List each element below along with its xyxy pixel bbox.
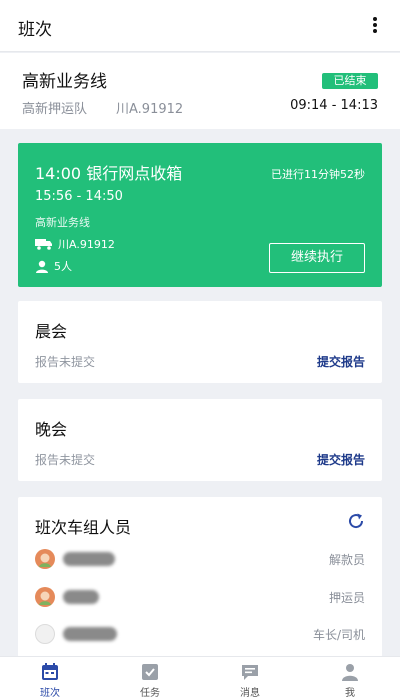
tab-shift[interactable]: 班次 — [0, 657, 100, 700]
continue-button[interactable]: 继续执行 — [269, 243, 365, 273]
top-bar: 班次 — [0, 0, 400, 52]
morning-report-status: 报告未提交 — [35, 355, 96, 369]
person-icon — [36, 260, 48, 273]
bottom-tab-bar: 班次 任务 消息 我 — [0, 656, 400, 700]
task-elapsed: 已进行11分钟52秒 — [271, 168, 365, 181]
tab-messages[interactable]: 消息 — [200, 657, 300, 700]
shift-team: 高新押运队 — [22, 102, 88, 117]
member-name-redacted — [63, 552, 115, 566]
task-line-name: 高新业务线 — [35, 216, 90, 229]
tab-me[interactable]: 我 — [300, 657, 400, 700]
avatar — [35, 624, 55, 644]
morning-meeting-card: 晨会 报告未提交 提交报告 — [18, 301, 382, 383]
page-title: 班次 — [18, 20, 52, 40]
chat-icon — [242, 665, 258, 680]
evening-meeting-card: 晚会 报告未提交 提交报告 — [18, 399, 382, 481]
evening-meeting-title: 晚会 — [35, 420, 68, 439]
list-item[interactable]: 车长/司机 — [35, 621, 365, 647]
tab-task[interactable]: 任务 — [100, 657, 200, 700]
task-plate: 川A.91912 — [58, 238, 115, 251]
shift-time-range: 09:14 - 14:13 — [290, 98, 378, 113]
member-role: 车长/司机 — [312, 628, 365, 642]
refresh-icon[interactable] — [346, 511, 366, 531]
tab-label: 消息 — [240, 688, 260, 699]
list-item[interactable]: 押运员 — [35, 584, 365, 610]
avatar — [35, 587, 55, 607]
calendar-icon — [42, 663, 58, 680]
task-people-row: 5人 — [35, 258, 72, 274]
shift-plate: 川A.91912 — [116, 102, 184, 117]
task-plate-row: 川A.91912 — [35, 236, 115, 252]
user-icon — [342, 664, 358, 681]
task-time-range: 15:56 - 14:50 — [35, 189, 123, 204]
active-task-card[interactable]: 14:00 银行网点收箱 已进行11分钟52秒 15:56 - 14:50 高新… — [18, 143, 382, 287]
evening-submit-report-link[interactable]: 提交报告 — [317, 451, 365, 468]
more-menu-icon[interactable] — [368, 14, 382, 36]
status-badge: 已结束 — [322, 73, 378, 89]
evening-report-status: 报告未提交 — [35, 453, 96, 467]
tab-label: 班次 — [40, 688, 60, 699]
member-role: 押运员 — [328, 591, 365, 605]
morning-meeting-title: 晨会 — [35, 322, 68, 341]
shift-line-name: 高新业务线 — [22, 72, 107, 92]
task-people-count: 5人 — [54, 260, 72, 273]
crew-title: 班次车组人员 — [35, 518, 132, 537]
morning-submit-report-link[interactable]: 提交报告 — [317, 353, 365, 370]
crew-card: 班次车组人员 解款员 押运员 车长/司机 — [18, 497, 382, 657]
task-title: 14:00 银行网点收箱 — [35, 164, 183, 183]
member-role: 解款员 — [328, 553, 365, 567]
tab-label: 我 — [345, 688, 355, 699]
tab-label: 任务 — [140, 688, 160, 699]
avatar — [35, 549, 55, 569]
truck-icon — [35, 239, 52, 250]
list-item[interactable]: 解款员 — [35, 546, 365, 572]
shift-summary-card: 高新业务线 已结束 高新押运队 川A.91912 09:14 - 14:13 — [0, 53, 400, 129]
member-name-redacted — [63, 627, 117, 641]
member-name-redacted — [63, 590, 99, 604]
check-box-icon — [142, 664, 158, 680]
